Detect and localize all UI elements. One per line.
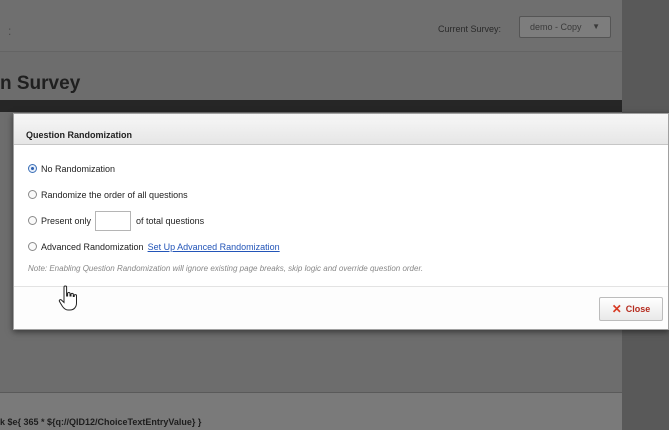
dialog-footer: ✕ Close (14, 286, 668, 329)
dialog-header: Question Randomization (14, 114, 668, 145)
dialog-body: No Randomization Randomize the order of … (14, 145, 668, 273)
option-no-randomization[interactable]: No Randomization (28, 162, 668, 175)
radio-present-only[interactable] (28, 216, 37, 225)
top-bar: : Current Survey: demo - Copy ▼ (0, 0, 622, 52)
radio-no-randomization[interactable] (28, 164, 37, 173)
current-survey-label: Current Survey: (438, 24, 502, 34)
radio-randomize-all[interactable] (28, 190, 37, 199)
dialog-title: Question Randomization (26, 130, 133, 140)
x-icon: ✕ (611, 302, 622, 316)
randomization-dialog: Question Randomization No Randomization … (13, 113, 669, 330)
question-count-input[interactable] (95, 210, 132, 231)
option-label: Advanced Randomization (41, 241, 144, 252)
close-label: Close (625, 304, 651, 314)
option-label: Randomize the order of all questions (41, 189, 188, 200)
hand-cursor-icon (58, 285, 77, 311)
option-label: No Randomization (41, 163, 116, 174)
radio-advanced-randomization[interactable] (28, 242, 37, 251)
randomization-note: Note: Enabling Question Randomization wi… (28, 264, 424, 273)
option-randomize-all[interactable]: Randomize the order of all questions (28, 188, 668, 201)
option-advanced-randomization[interactable]: Advanced Randomization Set Up Advanced R… (28, 240, 668, 253)
formula-text: k $e{ 365 * ${q://QID12/ChoiceTextEntryV… (0, 417, 202, 427)
current-survey-value: demo - Copy (530, 22, 582, 32)
option-present-only[interactable]: Present only of total questions (28, 210, 668, 231)
option-label-prefix: Present only (41, 215, 92, 226)
close-button[interactable]: ✕ Close (599, 297, 663, 321)
chevron-down-icon: ▼ (592, 22, 600, 31)
setup-advanced-randomization-link[interactable]: Set Up Advanced Randomization (148, 242, 280, 252)
option-label-suffix: of total questions (136, 215, 205, 226)
page-title: n Survey (0, 73, 81, 94)
current-survey-select[interactable]: demo - Copy ▼ (519, 16, 611, 38)
toolbar-band (0, 100, 622, 112)
menu-dot: : (8, 24, 12, 38)
